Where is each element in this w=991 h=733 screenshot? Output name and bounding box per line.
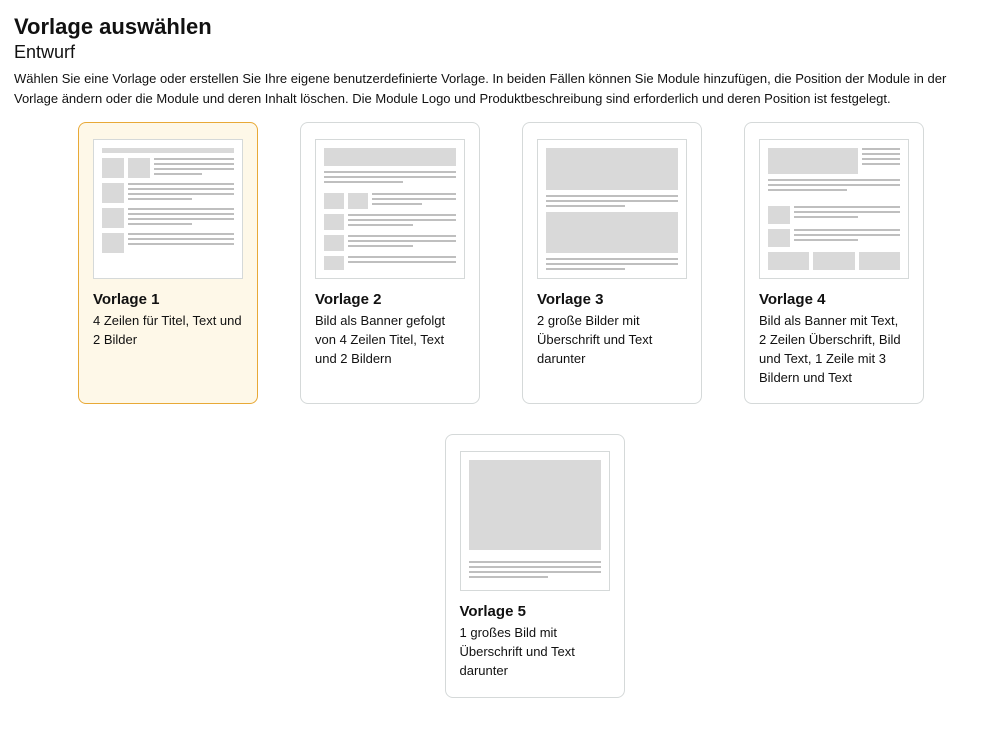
template-title: Vorlage 2 bbox=[315, 291, 465, 308]
template-card-2[interactable]: Vorlage 2 Bild als Banner gefolgt von 4 … bbox=[300, 122, 480, 404]
template-title: Vorlage 3 bbox=[537, 291, 687, 308]
template-thumbnail-icon bbox=[93, 139, 243, 279]
template-thumbnail-icon bbox=[759, 139, 909, 279]
template-description: Bild als Banner gefolgt von 4 Zeilen Tit… bbox=[315, 312, 465, 369]
page-subtitle: Entwurf bbox=[14, 42, 977, 63]
template-title: Vorlage 1 bbox=[93, 291, 243, 308]
template-title: Vorlage 4 bbox=[759, 291, 909, 308]
template-description: 1 großes Bild mit Überschrift und Text d… bbox=[460, 624, 610, 681]
template-description: 4 Zeilen für Titel, Text und 2 Bilder bbox=[93, 312, 243, 350]
template-card-1[interactable]: Vorlage 1 4 Zeilen für Titel, Text und 2… bbox=[78, 122, 258, 404]
template-card-3[interactable]: Vorlage 3 2 große Bilder mit Überschrift… bbox=[522, 122, 702, 404]
template-title: Vorlage 5 bbox=[460, 603, 610, 620]
template-description: 2 große Bilder mit Überschrift und Text … bbox=[537, 312, 687, 369]
template-grid: Vorlage 1 4 Zeilen für Titel, Text und 2… bbox=[78, 122, 977, 404]
template-card-4[interactable]: Vorlage 4 Bild als Banner mit Text, 2 Ze… bbox=[744, 122, 924, 404]
page-description: Wählen Sie eine Vorlage oder erstellen S… bbox=[14, 69, 974, 108]
template-thumbnail-icon bbox=[460, 451, 610, 591]
template-description: Bild als Banner mit Text, 2 Zeilen Übers… bbox=[759, 312, 909, 387]
page-title: Vorlage auswählen bbox=[14, 14, 977, 40]
template-card-5[interactable]: Vorlage 5 1 großes Bild mit Überschrift … bbox=[445, 434, 625, 698]
template-thumbnail-icon bbox=[537, 139, 687, 279]
template-thumbnail-icon bbox=[315, 139, 465, 279]
